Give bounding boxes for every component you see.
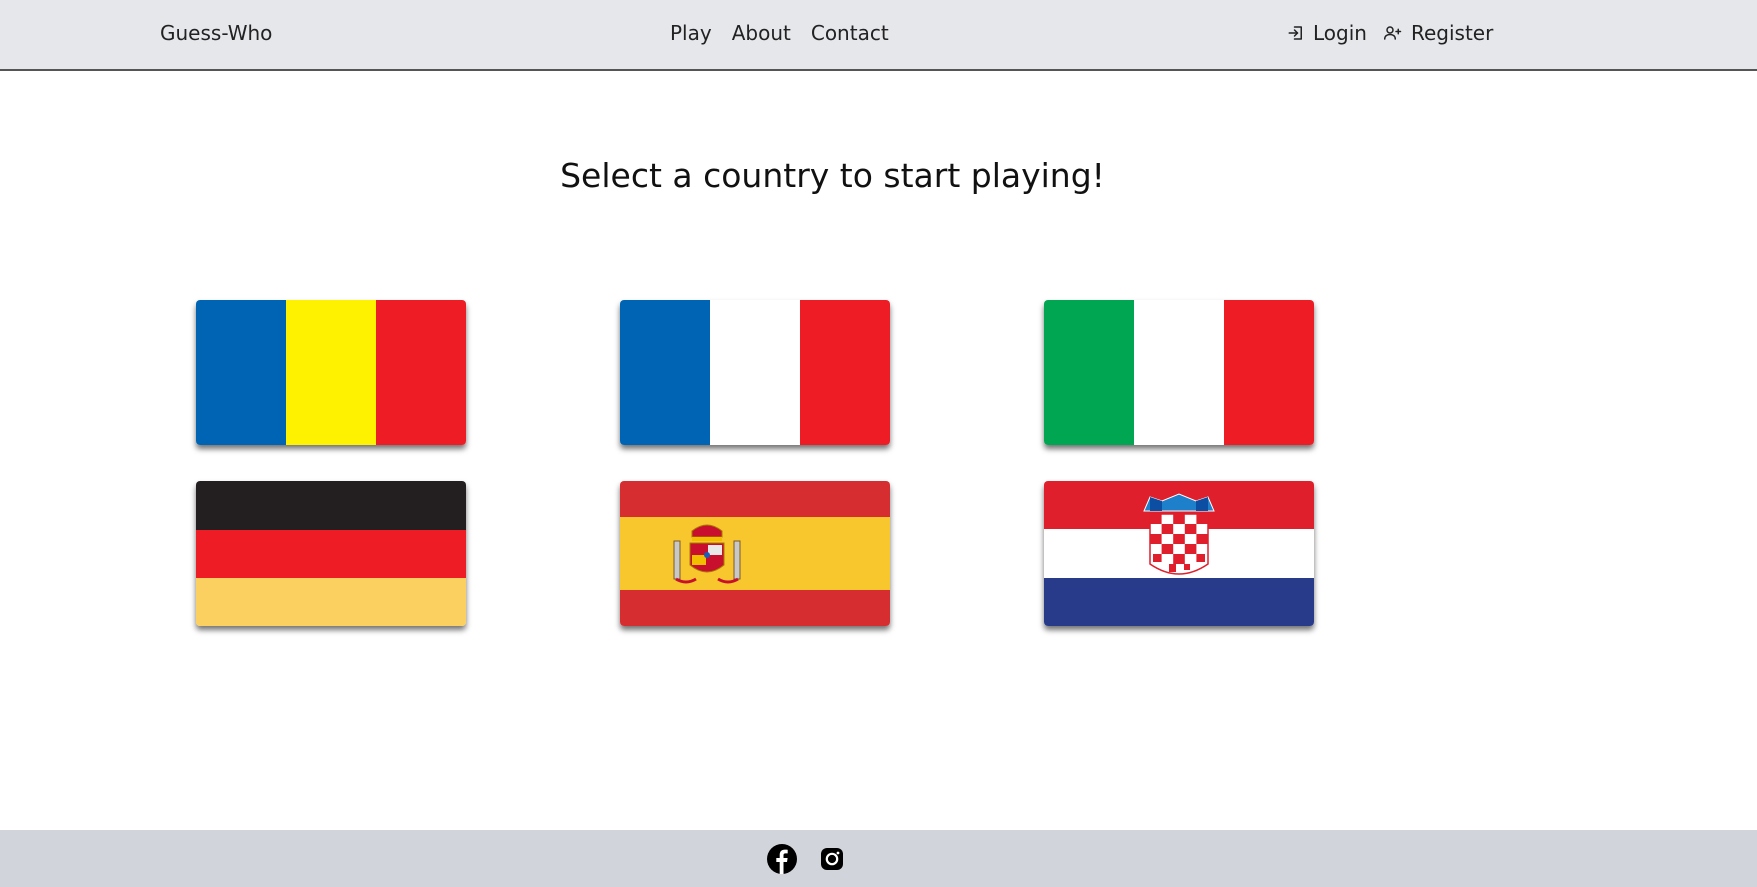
- login-icon: [1287, 24, 1305, 42]
- flag-romania[interactable]: [196, 300, 466, 445]
- register-link[interactable]: Register: [1383, 21, 1493, 45]
- croatia-coat-of-arms: [1143, 493, 1215, 575]
- flag-croatia[interactable]: [1044, 481, 1314, 626]
- page: Guess-Who Play About Contact Login Regis…: [0, 0, 1757, 887]
- flag-france[interactable]: [620, 300, 890, 445]
- user-plus-icon: [1383, 24, 1403, 42]
- auth-nav: Login Register: [1287, 21, 1493, 45]
- instagram-icon[interactable]: [820, 847, 844, 875]
- login-link[interactable]: Login: [1287, 21, 1367, 45]
- navbar: Guess-Who Play About Contact Login Regis…: [0, 0, 1757, 71]
- login-label: Login: [1313, 21, 1367, 45]
- nav-link-about[interactable]: About: [732, 21, 791, 45]
- page-title: Select a country to start playing!: [560, 156, 1105, 195]
- flag-italy[interactable]: [1044, 300, 1314, 445]
- register-label: Register: [1410, 21, 1494, 45]
- main-nav: Play About Contact: [670, 21, 889, 45]
- flag-spain[interactable]: [620, 481, 890, 626]
- facebook-icon[interactable]: [767, 844, 797, 878]
- nav-link-play[interactable]: Play: [670, 21, 712, 45]
- flag-germany[interactable]: [196, 481, 466, 626]
- nav-link-contact[interactable]: Contact: [811, 21, 889, 45]
- footer: [0, 830, 1757, 887]
- brand-link[interactable]: Guess-Who: [160, 21, 272, 45]
